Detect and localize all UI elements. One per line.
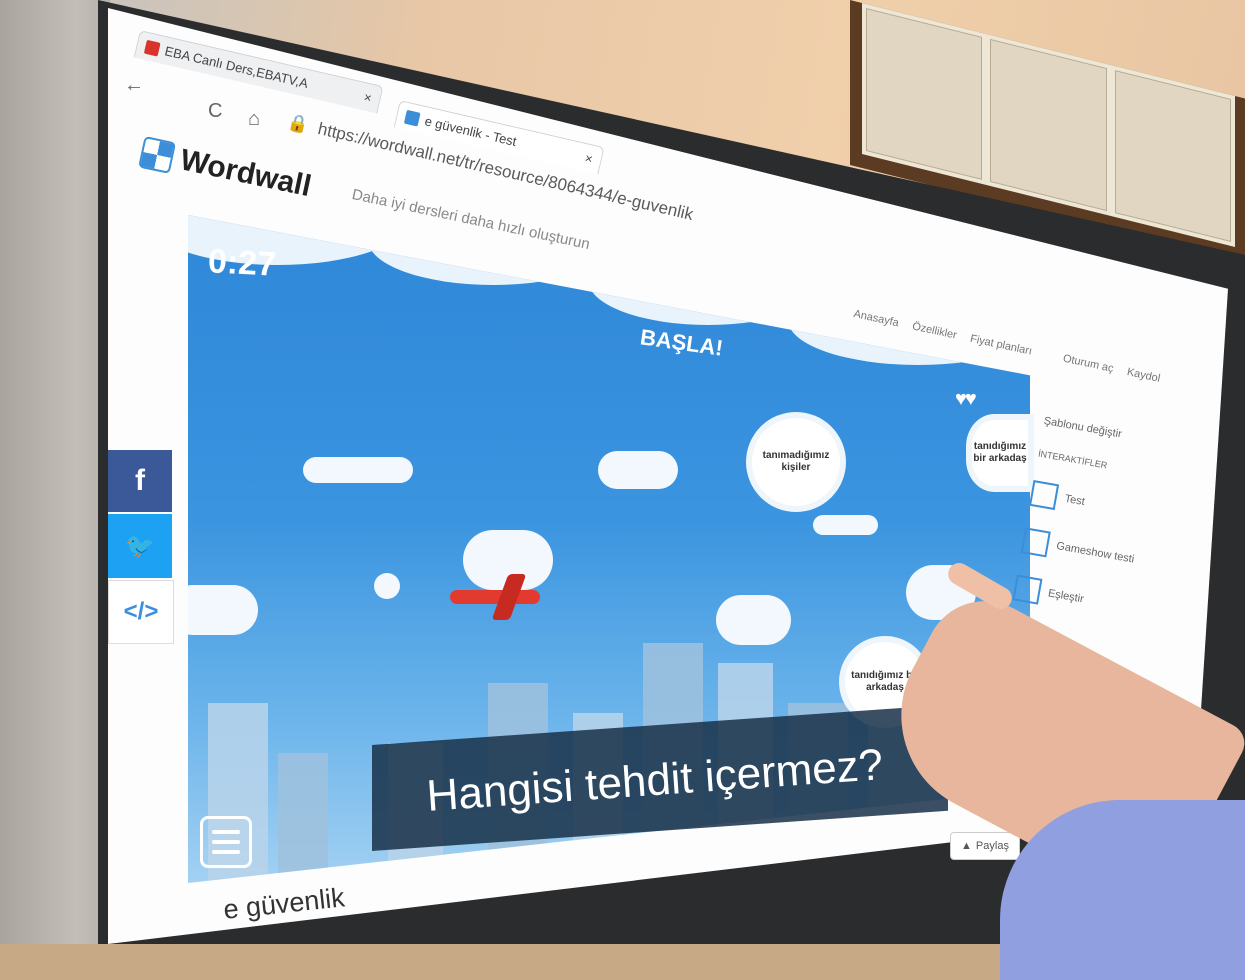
share-button[interactable]: ▲ Paylaş [950,832,1020,860]
eba-favicon-icon [143,39,161,57]
cloud [303,457,413,483]
building [278,753,328,883]
cloud [813,515,878,535]
twitter-share-button[interactable]: 🐦 [108,514,172,578]
timer: 0:27 [207,242,278,284]
answer-cloud[interactable]: tanımadığımız kişiler [752,418,840,506]
user-icon: ▲ [961,840,972,852]
back-icon[interactable]: ← [124,74,144,97]
twitter-icon: 🐦 [125,532,155,560]
template-item[interactable]: Eşleştir [1012,574,1128,620]
cloud [188,585,258,635]
cloud [716,595,791,645]
facebook-icon: f [135,464,145,497]
tab-close-icon[interactable]: × [362,89,373,105]
embed-button[interactable]: </> [108,580,174,644]
player-plane [450,574,545,620]
template-label: Test [1063,492,1086,509]
share-label: Paylaş [975,840,1009,852]
lives-hearts-icon: ♥♥ [955,388,977,410]
tab-close-icon[interactable]: × [584,150,595,166]
wall-column [0,0,110,944]
lock-icon: 🔒 [285,112,311,136]
panel-subheading: İNTERAKTİFLER [1037,448,1109,471]
template-item[interactable]: Gameshow testi [1020,527,1137,572]
answer-text: tanıdığımız bir arkadaş [973,440,1027,465]
template-icon [1029,479,1060,511]
home-icon[interactable]: ⌂ [248,108,260,131]
template-item[interactable]: Test [1029,479,1145,525]
template-icon [1020,527,1051,558]
game-menu-button[interactable] [200,816,252,868]
reload-icon[interactable]: C [208,100,222,123]
wordwall-favicon-icon [403,109,421,127]
template-label: Gameshow testi [1055,540,1136,566]
cloud [598,451,678,489]
embed-icon: </> [123,598,159,625]
template-label: Eşleştir [1047,587,1085,606]
wordwall-logo-icon [138,135,177,174]
answer-cloud[interactable]: tanıdığımız bir arkadaş [972,420,1028,486]
answer-text: tanımadığımız kişiler [762,449,830,474]
cloud [374,573,400,599]
template-icon [1012,574,1043,605]
facebook-share-button[interactable]: f [108,450,172,512]
